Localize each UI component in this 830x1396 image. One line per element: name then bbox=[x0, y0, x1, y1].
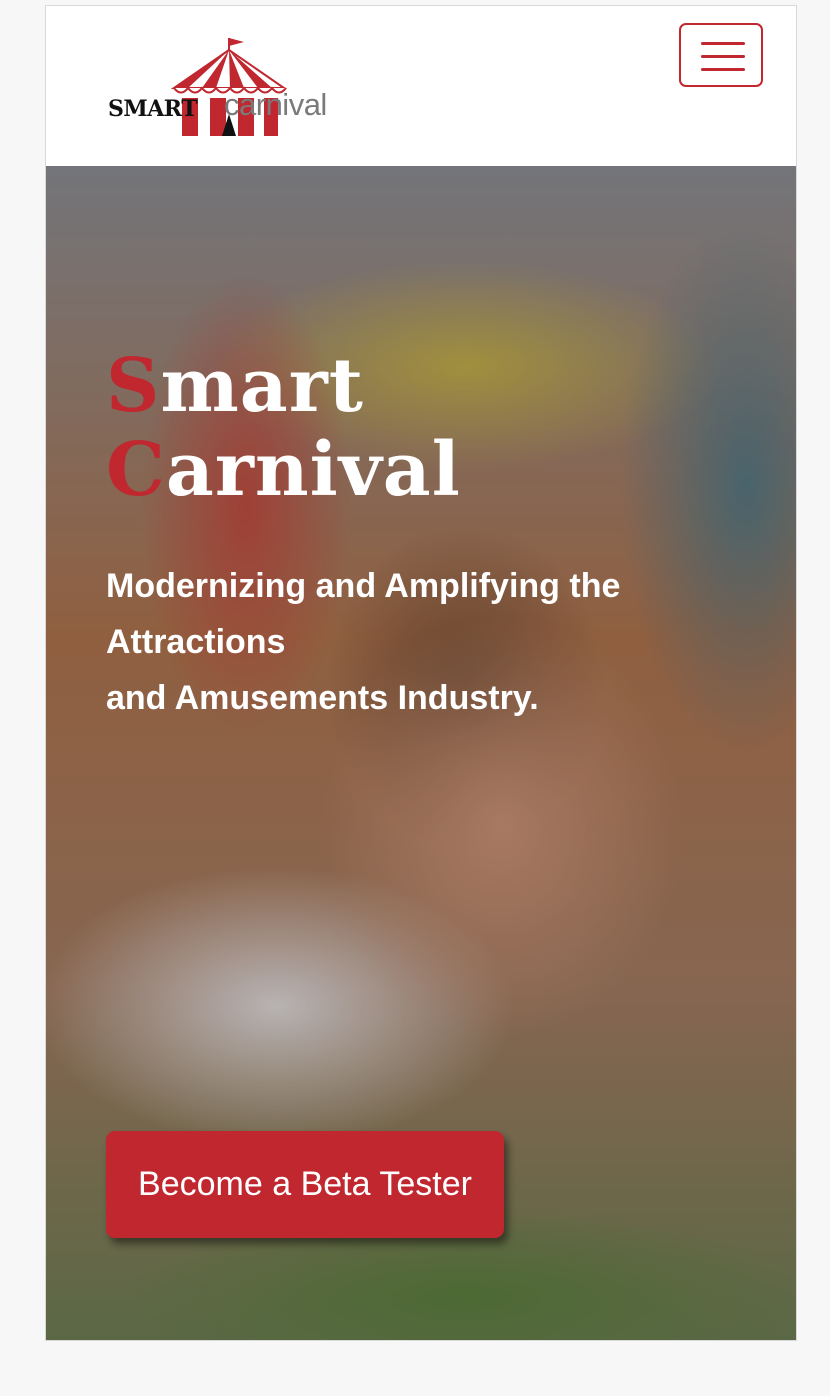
hero-section: Smart Carnival Modernizing and Amplifyin… bbox=[46, 166, 796, 1340]
hero-subtitle-line-3: and Amusements Industry. bbox=[106, 679, 539, 717]
hero-title: Smart Carnival bbox=[106, 344, 461, 512]
hero-subtitle-line-1: Modernizing and Amplifying the bbox=[106, 567, 621, 605]
smartcarnival-logo[interactable]: SMART carnival bbox=[106, 36, 356, 138]
hero-subtitle: Modernizing and Amplifying the Attractio… bbox=[106, 558, 746, 726]
hero-title-smart-rest: mart bbox=[160, 343, 364, 429]
become-beta-tester-button[interactable]: Become a Beta Tester bbox=[106, 1131, 504, 1238]
hero-title-line-2: Carnival bbox=[106, 428, 461, 512]
hero-title-initial-c: C bbox=[106, 427, 166, 513]
hero-title-carnival-rest: arnival bbox=[165, 427, 461, 513]
logo-smart-text: SMART bbox=[108, 96, 198, 122]
hero-subtitle-line-2: Attractions bbox=[106, 623, 286, 661]
hero-title-initial-s: S bbox=[106, 343, 161, 429]
menu-toggle-button[interactable] bbox=[679, 23, 763, 87]
page-frame: SMART carnival Smart Carnival Modernizin… bbox=[45, 5, 797, 1341]
hero-title-line-1: Smart bbox=[106, 344, 461, 428]
site-header: SMART carnival bbox=[46, 6, 796, 166]
logo-carnival-text: carnival bbox=[224, 87, 327, 122]
